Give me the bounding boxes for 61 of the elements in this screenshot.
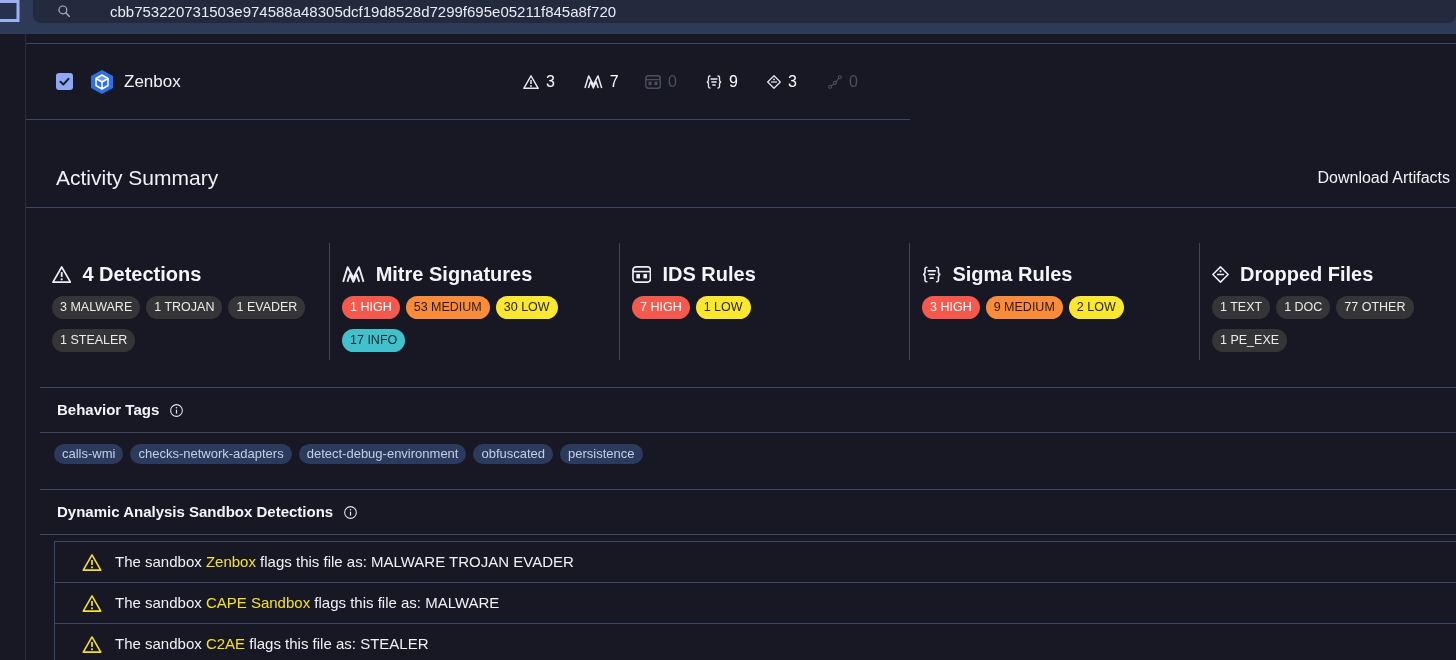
count-badge: 3 HIGH [922,296,980,319]
warning-icon [82,594,102,612]
tag-chip[interactable]: detect-debug-environment [298,444,467,464]
card-title: Sigma Rules [952,262,1073,287]
card-title: Dropped Files [1240,262,1374,287]
card-title: 4 Detections [82,262,202,287]
checkbox[interactable] [56,73,73,90]
double-m-icon [584,74,603,89]
count-badge: 1 EVADER [228,296,306,319]
count-badge: 17 INFO [342,329,406,352]
tag-chip[interactable]: checks-network-adapters [130,444,292,464]
card-title: Mitre Signatures [375,262,533,287]
panel-box-icon [645,74,661,89]
info-icon [170,403,184,417]
count-badge: 3 MALWARE [52,296,141,319]
count-value: 0 [849,71,858,92]
connected-nodes-icon [828,74,842,89]
detection-text: The sandbox C2AE flags this file as: STEALER [115,633,429,654]
count-badge: 9 MEDIUM [985,296,1063,319]
count-badge: 1 DOC [1276,296,1331,319]
tag-chip[interactable]: persistence [560,444,643,464]
detection-text: The sandbox CAPE Sandbox flags this file as: MALWARE [115,592,500,613]
search-field[interactable]: cbb753220731503e974588a48305dcf19d8528d7299f695e05211f845a8f720 [33,0,1456,23]
search-icon [58,5,70,17]
count-value: 0 [668,71,677,92]
count-value: 7 [609,71,619,92]
count-badge: 2 LOW [1068,296,1124,319]
section-title: Behavior Tags [57,399,160,420]
count-badge: 1 HIGH [342,296,400,319]
braces-icon [922,265,942,283]
warning-icon [523,74,539,89]
diamond-icon [767,74,781,89]
count-badge: 30 LOW [495,296,558,319]
count-value: 3 [546,71,555,92]
count-badge: 77 OTHER [1336,296,1414,319]
count-badge: 1 TROJAN [146,296,223,319]
braces-icon [706,74,722,89]
warning-icon [52,265,72,283]
cube-icon [90,68,114,95]
warning-icon [82,553,102,571]
detection-text: The sandbox Zenbox flags this file as: MALWARE TROJAN EVADER [115,551,574,572]
count-badge: 1 STEALER [52,329,136,352]
tag-chip[interactable]: obfuscated [473,444,554,464]
card-title: IDS Rules [662,262,756,287]
sandbox-name: Zenbox [124,70,181,93]
count-value: 9 [729,71,738,92]
diamond-icon [1212,265,1229,283]
info-icon [344,505,358,519]
section-title: Activity Summary [56,166,219,190]
count-badge: 1 PE_EXE [1212,329,1288,352]
double-m-icon [342,265,365,283]
section-title: Dynamic Analysis Sandbox Detections [57,501,334,522]
count-badge: 1 LOW [695,296,751,319]
tag-chip[interactable]: calls-wmi [54,444,124,464]
count-badge: 7 HIGH [632,296,690,319]
download-artifacts-button[interactable]: Download Artifacts [1317,166,1450,190]
count-badge: 1 TEXT [1212,296,1271,319]
count-value: 3 [788,71,797,92]
panel-box-icon [632,265,652,283]
count-badge: 53 MEDIUM [405,296,490,319]
warning-icon [82,635,102,653]
